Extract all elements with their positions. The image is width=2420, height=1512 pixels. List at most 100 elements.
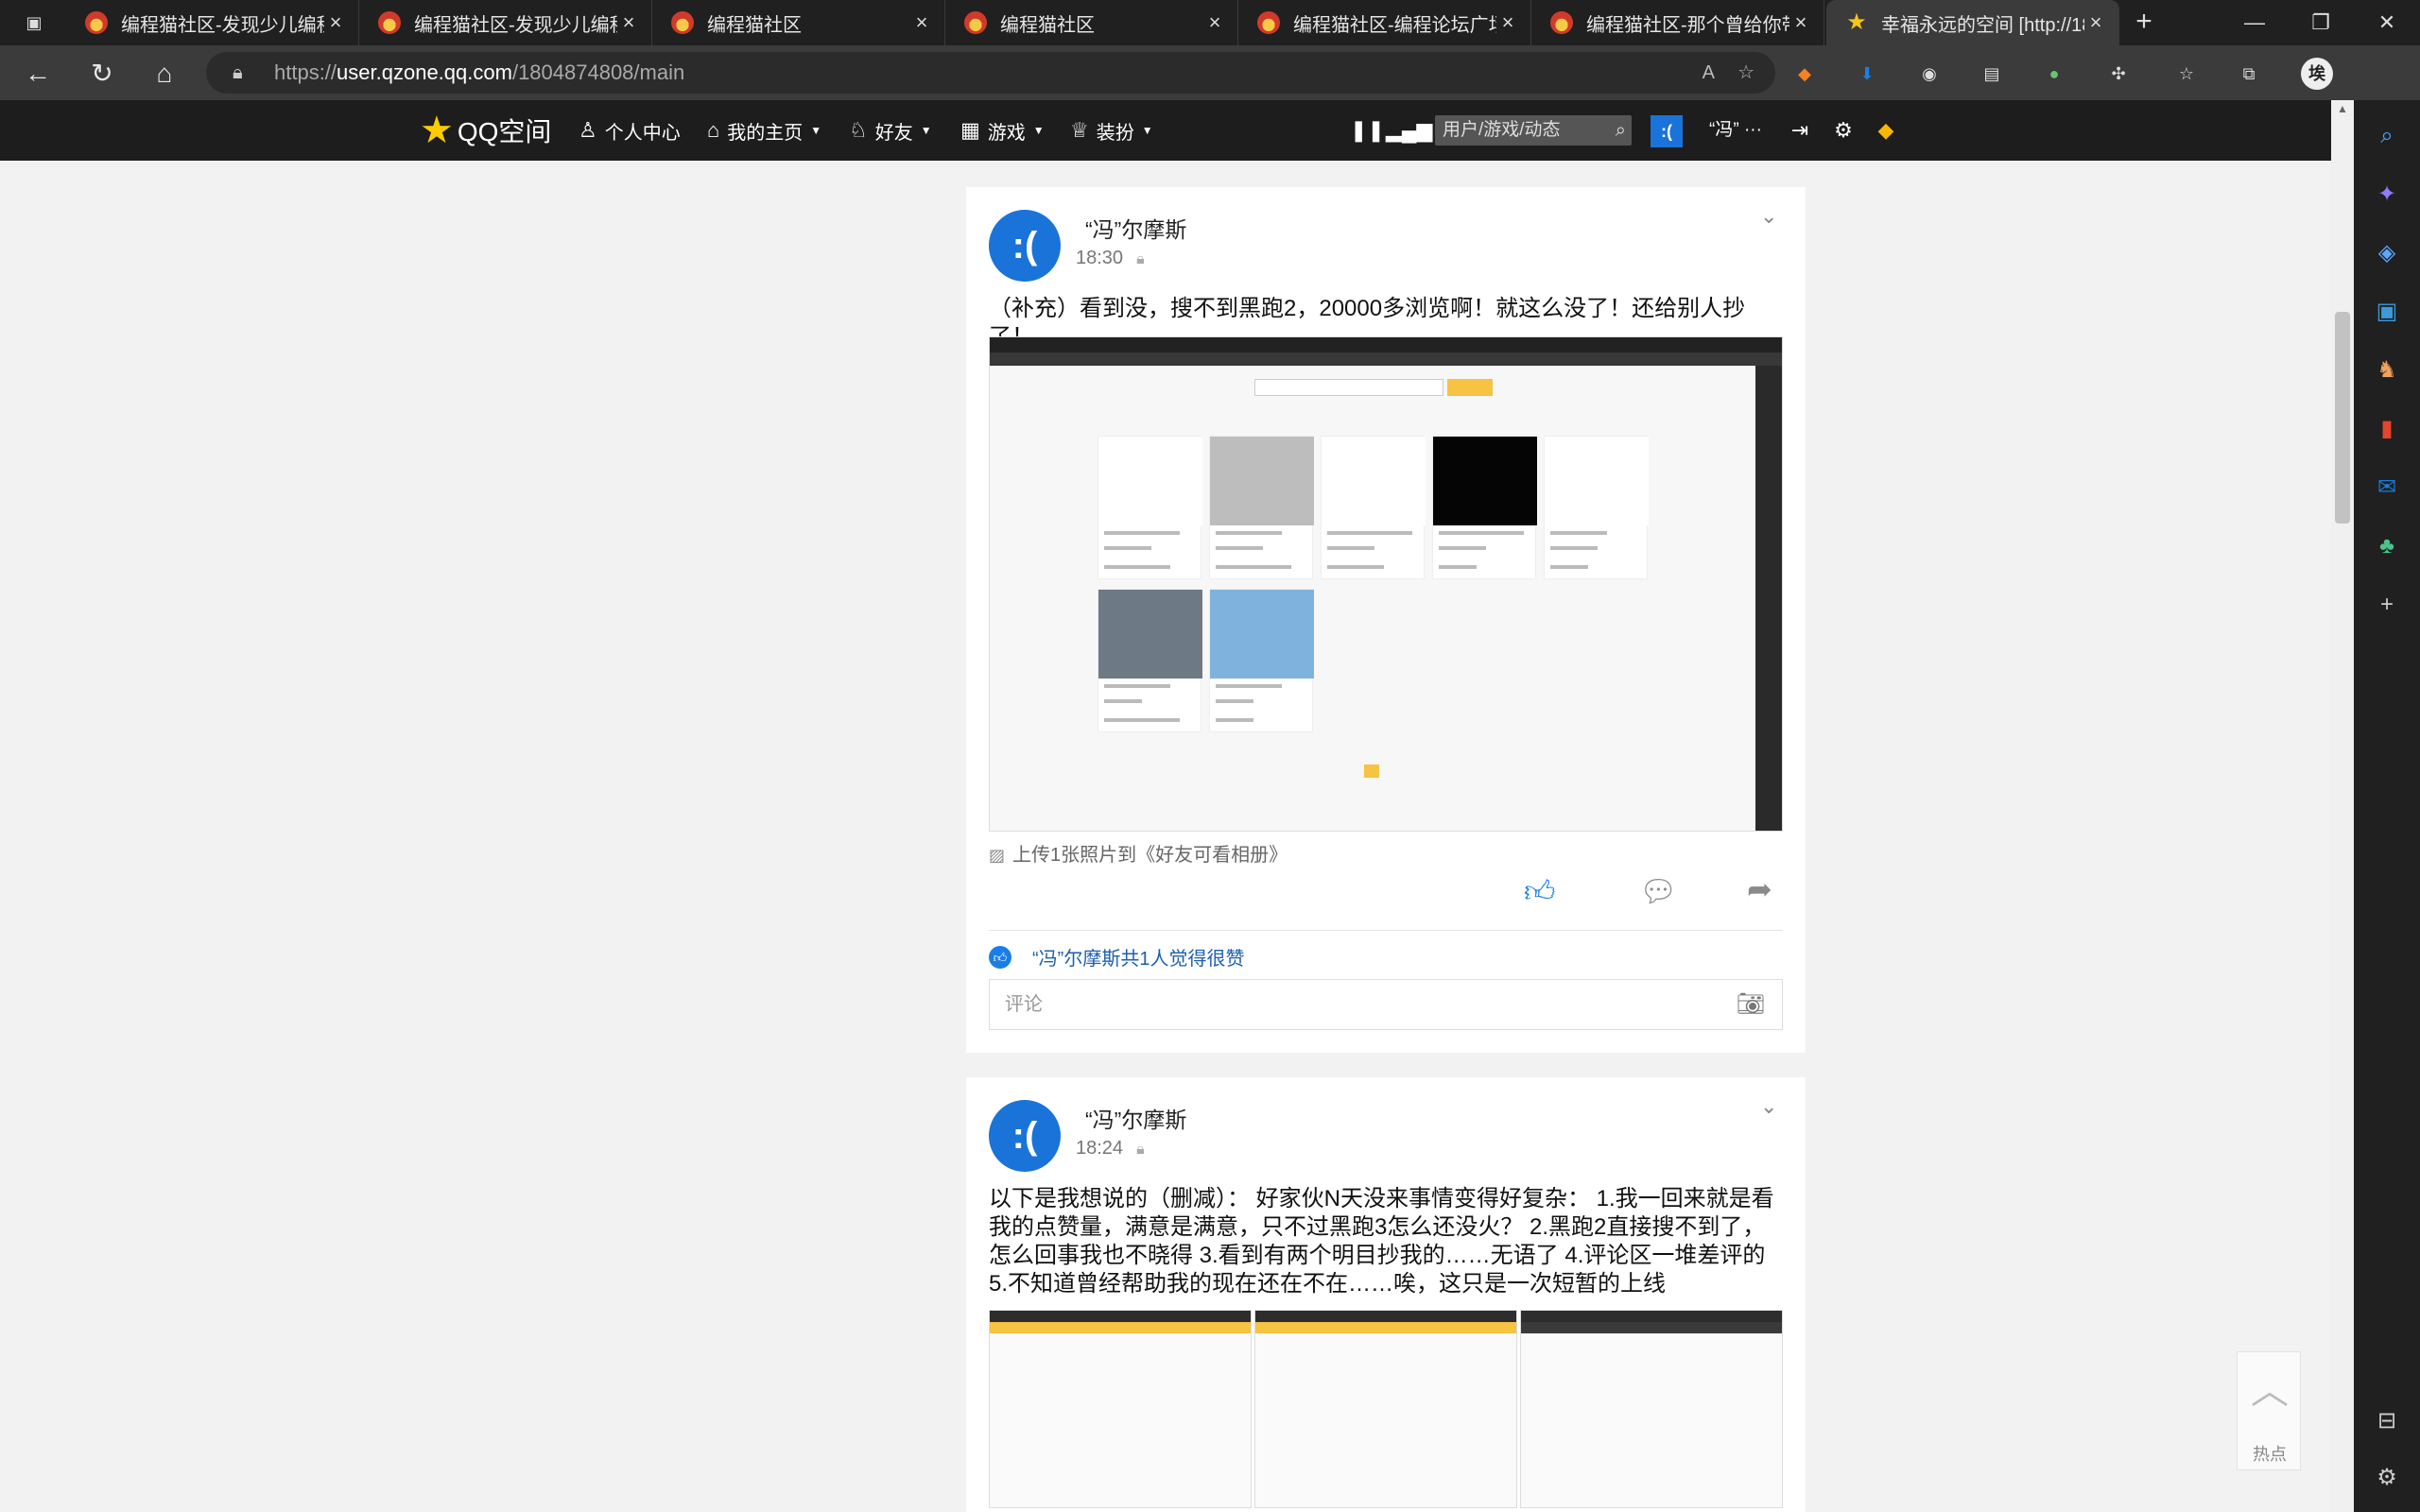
qzone-search-input[interactable]: 用户/游戏/动态 ⌕ [1435,115,1632,146]
qzone-logo[interactable]: ★ QQ空间 [420,110,551,151]
comment-button[interactable]: 💬︎ [1639,873,1678,909]
close-tab-icon[interactable]: × [1789,10,1812,35]
favorites-icon[interactable]: ☆ [2172,60,2201,88]
browser-tab[interactable]: 编程猫社区 × [652,0,945,45]
upload-note[interactable]: ▨ 上传1张照片到《好友可看相册》 [989,839,1288,867]
image-nav-strip [1521,1322,1782,1333]
extensions-icon[interactable]: ✣ [2104,60,2133,88]
sidebar-toggle-icon[interactable]: ⊟ [2370,1404,2404,1438]
tile-stat-line [1550,546,1598,550]
close-tab-icon[interactable]: × [1203,10,1226,35]
logout-icon[interactable]: ⇥ [1787,115,1813,146]
pause-music-icon[interactable]: ❚❚ [1350,115,1385,146]
author-avatar[interactable]: :( [989,1100,1061,1172]
image-tabbar [1255,1311,1516,1322]
shopping-tag-icon[interactable]: ◈ [2370,236,2404,270]
browser-tab[interactable]: 编程猫社区-那个曾给你带来欢乐的 × [1531,0,1824,45]
office-icon[interactable]: ▮ [2370,412,2404,446]
add-icon[interactable]: + [2370,588,2404,622]
search-icon[interactable]: ⌕ [2370,119,2404,153]
chevron-down-icon[interactable]: ⌄ [1760,204,1777,229]
tab-title: 幸福永远的空间 [http://1804874808] [1881,14,2084,36]
nav-friends[interactable]: ♘ 好友 ▼ [849,100,932,161]
share-button[interactable]: ➦ [1747,871,1772,907]
browser-tab-active[interactable]: ★ 幸福永远的空间 [http://1804874808] × [1826,0,2119,45]
outlook-icon[interactable]: ✉ [2370,471,2404,505]
tab-actions-icon[interactable]: ▣ [17,11,51,34]
post-time-text: 18:30 [1076,248,1124,268]
post-image[interactable] [989,1310,1252,1508]
home-button[interactable]: ⌂ [147,57,182,91]
nav-games[interactable]: ▦ 游戏 ▼ [960,100,1045,161]
nav-label: 我的主页 [727,122,804,144]
browser-tab[interactable]: 编程猫社区-发现少儿编程优秀作品 × [359,0,652,45]
tile-author-line [1216,565,1291,569]
music-bars-icon[interactable]: ▂▄▆ [1386,115,1432,146]
comment-input[interactable]: 评论 📷︎ [989,979,1783,1030]
like-button[interactable]: 👍︎ [1524,873,1555,910]
download-extension-icon[interactable]: ⬇ [1853,60,1881,88]
refresh-button[interactable]: ↻ [85,57,119,91]
image-work-tile [1098,436,1202,579]
nav-dress-up[interactable]: ♕ 装扮 ▼ [1070,100,1153,161]
nav-personal-center[interactable]: ♙ 个人中心 [579,100,681,161]
tab-title: 编程猫社区-发现少儿编程优秀作品 [121,14,324,36]
collections-icon[interactable]: ⧉ [2235,60,2263,88]
scrollbar-thumb[interactable] [2335,312,2350,524]
user-avatar[interactable]: :( [1651,115,1683,147]
browser-tab-bar: ▣ 编程猫社区-发现少儿编程优秀作品 × 编程猫社区-发现少儿编程优秀作品 × … [0,0,2420,45]
close-window-button[interactable]: ✕ [2360,0,2414,45]
copilot-icon[interactable]: ✦ [2370,178,2404,212]
codemao-favicon-icon [378,11,401,34]
nav-my-homepage[interactable]: ⌂ 我的主页 ▼ [707,100,821,161]
camera-icon[interactable]: 📷︎ [1737,980,1765,1029]
likes-summary[interactable]: 👍︎ “冯”尔摩斯共1人觉得很赞 [989,943,1244,971]
lock-icon[interactable]: 🔒︎ [233,52,243,94]
browser-tab[interactable]: 编程猫社区-编程论坛广场 × [1238,0,1531,45]
close-tab-icon[interactable]: × [617,10,640,35]
address-bar[interactable]: 🔒︎ https://user.qzone.qq.com/1804874808/… [206,52,1775,94]
tools-icon[interactable]: ▣ [2370,295,2404,329]
browser-sidebar: ⌕ ✦ ◈ ▣ ♞ ▮ ✉ ♣ + ⊟ ⚙ [2354,100,2420,1512]
read-aloud-icon[interactable]: A [1703,52,1715,94]
close-tab-icon[interactable]: × [910,10,933,35]
games-icon[interactable]: ♞ [2370,353,2404,387]
scroll-up-arrow[interactable]: ▲ [2335,102,2350,121]
page-extension-icon[interactable]: ▤ [1978,60,2006,88]
new-tab-button[interactable]: + [2129,8,2159,38]
codemao-favicon-icon [671,11,694,34]
close-tab-icon[interactable]: × [324,10,347,35]
user-name[interactable]: “冯” ··· [1707,115,1764,146]
restore-button[interactable]: ❐ [2293,0,2348,45]
tile-author-line [1327,565,1384,569]
brave-shield-icon[interactable]: ◆ [1790,60,1819,88]
chevron-up-icon: ︿ [2251,1370,2289,1412]
close-tab-icon[interactable]: × [2084,10,2107,35]
tile-title-line [1216,531,1282,535]
vip-diamond-icon[interactable]: ◆ [1872,115,1900,146]
post-image[interactable] [989,336,1783,832]
search-icon[interactable]: ⌕ [1616,115,1626,146]
post-author[interactable]: “冯”尔摩斯 [1085,1102,1186,1134]
chevron-down-icon[interactable]: ⌄ [1760,1094,1777,1119]
post-image[interactable] [1520,1310,1783,1508]
post-author[interactable]: “冯”尔摩斯 [1085,212,1186,244]
settings-icon[interactable]: ⚙ [2370,1461,2404,1495]
favorite-add-icon[interactable]: ☆ [1737,52,1754,94]
gear-icon[interactable]: ⚙ [1830,115,1857,146]
work-thumbnail [1098,590,1202,679]
author-avatar[interactable]: :( [989,210,1061,282]
minimize-button[interactable]: — [2227,0,2282,45]
incognito-extension-icon[interactable]: ◉ [1915,60,1944,88]
color-extension-icon[interactable]: ● [2040,60,2068,88]
work-thumbnail [1098,437,1202,525]
browser-tab[interactable]: 编程猫社区 × [945,0,1238,45]
feed-post: :( “冯”尔摩斯 18:30 🔒︎ ⌄ （补充）看到没，搜不到黑跑2，20000… [966,187,1806,1053]
close-tab-icon[interactable]: × [1496,10,1519,35]
profile-avatar[interactable]: 埃 [2301,58,2333,90]
post-image[interactable] [1254,1310,1517,1508]
back-to-top-button[interactable]: ︿ 热点 [2237,1351,2301,1470]
browser-tab[interactable]: 编程猫社区-发现少儿编程优秀作品 × [66,0,359,45]
tree-icon[interactable]: ♣ [2370,529,2404,563]
back-button[interactable]: ← [21,57,55,91]
